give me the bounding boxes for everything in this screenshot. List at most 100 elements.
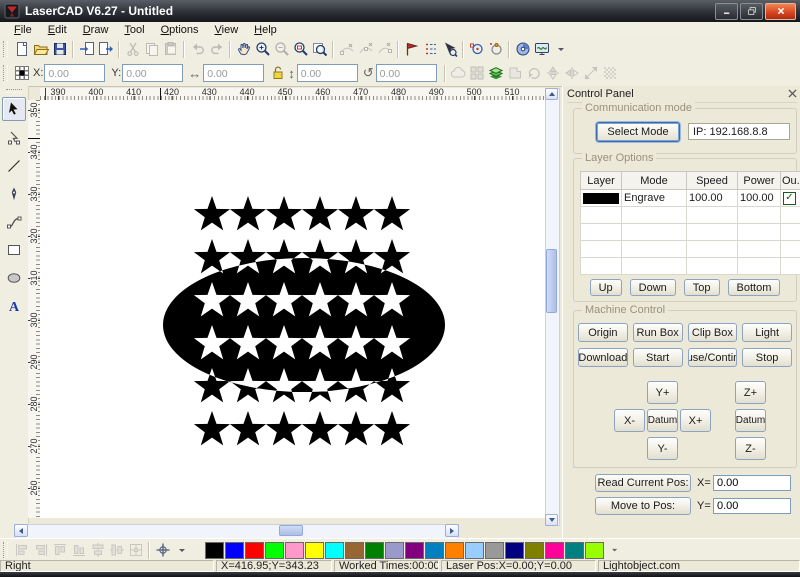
pan-icon[interactable] [234, 40, 253, 59]
menu-file[interactable]: File [6, 23, 40, 37]
run-box-button[interactable]: Run Box [633, 323, 683, 342]
pick-flag-icon[interactable] [402, 40, 421, 59]
layer-mode[interactable]: Engrave [622, 190, 687, 207]
vertical-scroll-thumb[interactable] [546, 249, 557, 313]
light-button[interactable]: Light [742, 323, 792, 342]
download-button[interactable]: Download [578, 348, 628, 367]
pen-tool-icon[interactable] [3, 183, 25, 205]
up-button[interactable]: Up [590, 279, 622, 296]
scroll-up-button[interactable] [545, 88, 558, 100]
horizontal-scroll-thumb[interactable] [279, 525, 303, 536]
menu-help[interactable]: Help [246, 23, 285, 37]
layer-col-1[interactable]: Mode [622, 172, 687, 190]
clip-box-button[interactable]: Clip Box [688, 323, 738, 342]
minimize-button[interactable] [715, 3, 738, 20]
text-tool-icon[interactable]: A [3, 295, 25, 317]
close-button[interactable] [765, 3, 796, 20]
palette-color[interactable] [545, 542, 564, 559]
zoom-in-icon[interactable] [253, 40, 272, 59]
layer-power[interactable]: 100.00 [738, 190, 781, 207]
palette-color[interactable] [345, 542, 364, 559]
bezier-tool-icon[interactable] [3, 211, 25, 233]
new-icon[interactable] [12, 40, 31, 59]
menu-view[interactable]: View [207, 23, 247, 37]
output-checkbox[interactable]: ✓ [783, 192, 796, 205]
ellipse-tool-icon[interactable] [3, 267, 25, 289]
palette-color[interactable] [465, 542, 484, 559]
palette-color[interactable] [225, 542, 244, 559]
palette-color[interactable] [245, 542, 264, 559]
lock-icon[interactable] [268, 64, 287, 83]
palette-color[interactable] [305, 542, 324, 559]
vertical-scrollbar[interactable] [545, 88, 560, 526]
node-list-icon[interactable] [421, 40, 440, 59]
palette-color[interactable] [325, 542, 344, 559]
layer-speed[interactable]: 100.00 [687, 190, 738, 207]
anchor-icon[interactable] [12, 64, 31, 83]
select-mode-button[interactable]: Select Mode [596, 122, 680, 142]
pause-continue-button[interactable]: Pause/Continue [688, 348, 738, 367]
export-icon[interactable] [96, 40, 115, 59]
jog-datum-z-button[interactable]: Datum [735, 409, 766, 432]
menu-edit[interactable]: Edit [40, 23, 75, 37]
open-icon[interactable] [31, 40, 50, 59]
transform-field-5[interactable] [376, 64, 437, 82]
drawing-canvas[interactable] [40, 100, 545, 518]
dropdown-icon[interactable] [172, 541, 191, 560]
palette-color[interactable] [445, 542, 464, 559]
palette-color[interactable] [265, 542, 284, 559]
transform-field-2[interactable] [203, 64, 264, 82]
palette-color[interactable] [385, 542, 404, 559]
monitor-icon[interactable] [532, 40, 551, 59]
restore-button[interactable] [740, 3, 763, 20]
simulate-icon[interactable] [513, 40, 532, 59]
palette-color[interactable] [565, 542, 584, 559]
layers-icon[interactable] [487, 64, 506, 83]
jog-z-plus-button[interactable]: Z+ [735, 381, 766, 404]
menu-tool[interactable]: Tool [116, 23, 152, 37]
save-icon[interactable] [50, 40, 69, 59]
pick-zoom-icon[interactable] [440, 40, 459, 59]
zoom-all-icon[interactable] [310, 40, 329, 59]
origin-button[interactable]: Origin [578, 323, 628, 342]
layer-col-4[interactable]: Ou... [781, 172, 800, 190]
start-button[interactable]: Start [633, 348, 683, 367]
palette-color[interactable] [485, 542, 504, 559]
palette-color[interactable] [365, 542, 384, 559]
toolbar-grip[interactable] [3, 41, 8, 57]
line-tool-icon[interactable] [3, 155, 25, 177]
move-to-pos-button[interactable]: Move to Pos: [595, 497, 691, 515]
scroll-down-button[interactable] [545, 514, 558, 526]
y-pos-field[interactable] [713, 498, 791, 514]
down-button[interactable]: Down [630, 279, 676, 296]
stop-button[interactable]: Stop [742, 348, 792, 367]
palette-color[interactable] [585, 542, 604, 559]
layer-col-0[interactable]: Layer [581, 172, 622, 190]
palette-color[interactable] [405, 542, 424, 559]
origin-cross-icon[interactable] [153, 541, 172, 560]
circle-b-icon[interactable] [486, 40, 505, 59]
select-icon[interactable] [2, 97, 26, 121]
palette-color[interactable] [425, 542, 444, 559]
top-button[interactable]: Top [684, 279, 720, 296]
menu-draw[interactable]: Draw [75, 23, 117, 37]
zoom-select-icon[interactable] [291, 40, 310, 59]
jog-y-plus-button[interactable]: Y+ [647, 381, 678, 404]
layer-row[interactable]: Engrave100.00100.00✓ [581, 190, 800, 207]
palette-more-icon[interactable] [609, 544, 621, 556]
circle-a-icon[interactable] [467, 40, 486, 59]
jog-y-minus-button[interactable]: Y- [647, 437, 678, 460]
menu-options[interactable]: Options [153, 23, 207, 37]
layer-color-swatch[interactable] [583, 193, 619, 204]
toolbar-grip[interactable] [3, 542, 8, 558]
transform-field-4[interactable] [297, 64, 358, 82]
scroll-left-button[interactable] [14, 524, 28, 537]
horizontal-scrollbar[interactable] [14, 524, 459, 539]
layer-table[interactable]: LayerModeSpeedPowerOu...Engrave100.00100… [580, 171, 800, 275]
palette-color[interactable] [285, 542, 304, 559]
transform-field-1[interactable] [122, 64, 183, 82]
jog-z-minus-button[interactable]: Z- [735, 437, 766, 460]
jog-datum-xy-button[interactable]: Datum [647, 409, 678, 432]
palette-color[interactable] [505, 542, 524, 559]
toolbar-grip[interactable] [3, 65, 8, 81]
